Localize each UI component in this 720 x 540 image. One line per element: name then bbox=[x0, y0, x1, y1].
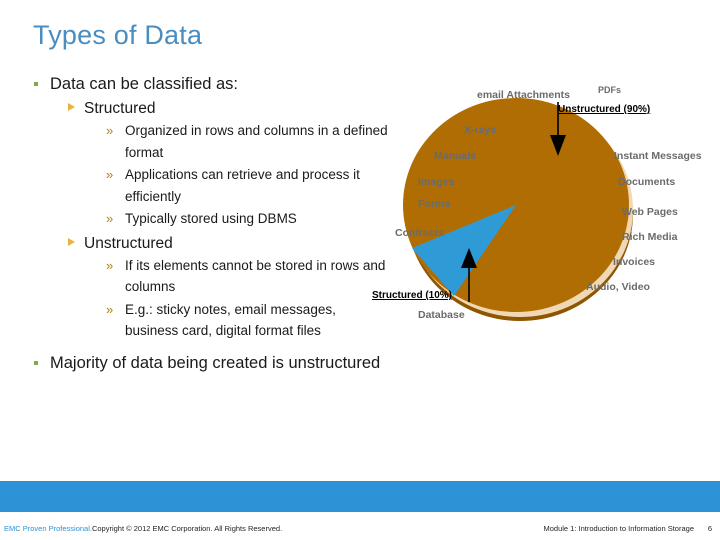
footer-band bbox=[0, 481, 720, 512]
bullet-marker-triangle-icon bbox=[68, 103, 75, 111]
page-title: Types of Data bbox=[33, 20, 203, 50]
pie-label-manuals: Manuals bbox=[434, 150, 477, 162]
bullet-level3-text: If its elements cannot be stored in rows… bbox=[125, 257, 386, 295]
slide-canvas: Types of Data Data can be classified as:… bbox=[0, 0, 720, 540]
bullet-level3-item: » Applications can retrieve and process … bbox=[30, 164, 390, 207]
pie-label-xrays: X-rays bbox=[464, 124, 497, 136]
callout-structured: Structured (10%) bbox=[372, 290, 453, 301]
callout-unstructured: Unstructured (90%) bbox=[558, 104, 651, 115]
pie-label-rich-media: Rich Media bbox=[622, 231, 678, 243]
pie-label-instant-messages: Instant Messages bbox=[614, 150, 702, 162]
pie-label-email-attachments: email Attachments bbox=[477, 89, 570, 101]
pie-label-pdfs: PDFs bbox=[598, 85, 622, 95]
bullet-level3-item: » Organized in rows and columns in a def… bbox=[30, 120, 390, 163]
bullet-marker-triangle-icon bbox=[68, 237, 75, 246]
pie-label-database: Database bbox=[418, 309, 465, 321]
bullet-level1-text: Majority of data being created is unstru… bbox=[50, 353, 381, 372]
bullet-level3-text: Organized in rows and columns in a defin… bbox=[125, 123, 388, 160]
footer-page-number: 6 bbox=[707, 524, 712, 533]
bullet-marker-double-triangle-icon: » bbox=[106, 123, 113, 138]
bullet-marker-double-triangle-icon: » bbox=[106, 211, 113, 226]
footer-brand: EMC Proven Professional. bbox=[4, 524, 92, 533]
bullet-level1-majority: Majority of data being created is unstru… bbox=[30, 353, 390, 374]
bullet-level3-text: E.g.: sticky notes, email messages, busi… bbox=[125, 301, 336, 339]
pie-label-images: Images bbox=[418, 176, 455, 188]
group-structured: Structured » Organized in rows and colum… bbox=[30, 98, 390, 230]
bullet-marker-square-icon bbox=[34, 360, 38, 365]
bullet-marker-double-triangle-icon: » bbox=[106, 167, 113, 182]
body-content: Data can be classified as: Structured » … bbox=[30, 74, 390, 376]
footer-module: Module 1: Introduction to Information St… bbox=[543, 524, 694, 533]
bullet-marker-square-icon bbox=[34, 82, 38, 86]
pie-label-web-pages: Web Pages bbox=[622, 206, 678, 218]
bullet-marker-double-triangle-icon: » bbox=[106, 257, 113, 273]
pie-label-invoices: Invoices bbox=[613, 256, 656, 268]
bullet-level3-item: » Typically stored using DBMS bbox=[30, 208, 390, 230]
group-unstructured: Unstructured » If its elements cannot be… bbox=[30, 233, 390, 342]
pie-label-audio-video: Audio, Video bbox=[586, 281, 650, 293]
bullet-level2-structured: Structured bbox=[30, 98, 390, 119]
bullet-level1-classified: Data can be classified as: bbox=[30, 74, 390, 95]
pie-chart-figure: email Attachments PDFs Unstructured (90%… bbox=[360, 80, 720, 340]
bullet-level3-text: Applications can retrieve and process it… bbox=[125, 167, 360, 204]
bullet-level2-text: Unstructured bbox=[84, 234, 173, 252]
bullet-level2-text: Structured bbox=[84, 100, 156, 117]
bullet-level1-text: Data can be classified as: bbox=[50, 75, 239, 93]
pie-label-documents: Documents bbox=[618, 176, 676, 188]
footer-copyright: Copyright © 2012 EMC Corporation. All Ri… bbox=[91, 524, 283, 533]
bullet-marker-double-triangle-icon: » bbox=[106, 301, 113, 317]
pie-label-contracts: Contracts bbox=[395, 227, 445, 239]
bullet-level2-unstructured: Unstructured bbox=[30, 233, 390, 254]
bullet-level3-item: » If its elements cannot be stored in ro… bbox=[30, 255, 390, 298]
bullet-level3-item: » E.g.: sticky notes, email messages, bu… bbox=[30, 299, 390, 342]
bullet-level3-text: Typically stored using DBMS bbox=[125, 211, 297, 226]
pie-label-forms: Forms bbox=[418, 198, 451, 210]
footer-left: EMC Proven Professional.Copyright © 2012… bbox=[4, 524, 282, 533]
